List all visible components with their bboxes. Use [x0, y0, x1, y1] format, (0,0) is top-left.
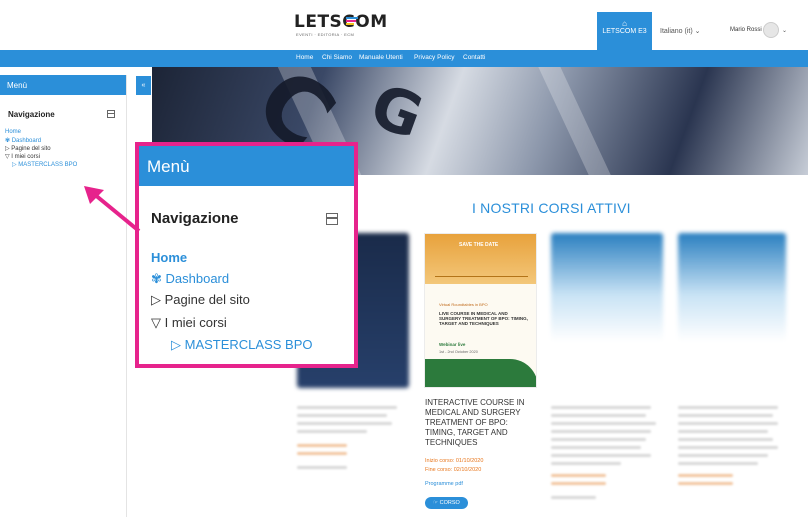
poster-dates: 1st - 2nd October 2020	[439, 350, 478, 354]
double-chevron-icon: «	[141, 82, 146, 89]
drawer-item-masterclass-label: MASTERCLASS BPO	[18, 162, 78, 168]
poster-webinar: Webinar live	[439, 342, 466, 347]
callout-navigation-heading: Navigazione	[151, 210, 239, 227]
top-header: LETSCOM EVENTI · EDITORIA · ECM ⌂ LETSCO…	[0, 0, 808, 50]
poster-save-the-date: SAVE THE DATE	[459, 242, 499, 248]
letscom-e3-button[interactable]: ⌂ LETSCOM E3	[597, 12, 652, 50]
main-nav: Home Chi Siamo Manuale Utenti Privacy Po…	[0, 50, 808, 67]
poster-footer	[425, 359, 536, 387]
callout-item-miei-corsi-label: I miei corsi	[164, 315, 227, 330]
course-start-date: Inizio corso: 01/10/2020	[425, 458, 484, 464]
expand-arrow-icon: ▷	[171, 337, 185, 352]
callout-item-dashboard-label: Dashboard	[165, 271, 230, 286]
course-title[interactable]: INTERACTIVE COURSE IN MEDICAL AND SURGER…	[425, 398, 537, 448]
section-title: I NOSTRI CORSI ATTIVI	[472, 200, 631, 216]
callout-item-masterclass[interactable]: ▷ MASTERCLASS BPO	[171, 337, 312, 353]
course-card-image[interactable]	[678, 233, 786, 388]
skyline-illustration	[435, 259, 528, 277]
drawer-title: Menù	[0, 75, 126, 95]
dock-block-icon[interactable]	[107, 110, 115, 118]
drawer-item-miei-corsi-label: I miei corsi	[11, 154, 40, 160]
side-drawer: Menù Navigazione Home ✾ Dashboard ▷ Pagi…	[0, 75, 127, 517]
drawer-item-pagine[interactable]: ▷ Pagine del sito	[5, 145, 51, 152]
callout-item-home[interactable]: Home	[151, 250, 187, 265]
dashboard-icon: ✾	[151, 271, 166, 286]
programme-pdf-link[interactable]: Programme pdf	[425, 481, 463, 487]
drawer-item-masterclass[interactable]: ▷ MASTERCLASS BPO	[12, 161, 77, 168]
drawer-toggle-button[interactable]: «	[136, 76, 151, 95]
course-end-date: Fine corso: 02/10/2020	[425, 467, 482, 473]
nav-chi-siamo[interactable]: Chi Siamo	[322, 54, 352, 61]
user-name[interactable]: Mario Rossi	[730, 27, 762, 33]
dashboard-icon: ✾	[5, 138, 12, 144]
poster-kicker: Virtual Roundtables in BPO	[439, 302, 488, 307]
drawer-item-miei-corsi[interactable]: ▽ I miei corsi	[5, 153, 40, 160]
avatar[interactable]	[763, 22, 779, 38]
callout-item-pagine[interactable]: ▷ Pagine del sito	[151, 292, 250, 308]
callout-item-pagine-label: Pagine del sito	[164, 292, 250, 307]
site-logo[interactable]: LETSCOM	[294, 12, 388, 32]
expand-arrow-icon: ▷	[151, 292, 165, 307]
course-button[interactable]: ☞ CORSO	[425, 497, 468, 509]
drawer-item-home[interactable]: Home	[5, 129, 21, 135]
collapse-arrow-icon: ▽	[151, 315, 165, 330]
navigation-heading: Navigazione	[8, 110, 55, 119]
nav-manuale-utenti[interactable]: Manuale Utenti	[359, 54, 403, 61]
dock-block-icon[interactable]	[326, 213, 338, 225]
user-menu-chevron-icon[interactable]: ⌄	[782, 27, 787, 34]
nav-contatti[interactable]: Contatti	[463, 54, 485, 61]
logo-mark-icon	[346, 17, 358, 27]
course-card-poster[interactable]: SAVE THE DATE Virtual Roundtables in BPO…	[424, 233, 537, 388]
callout-drawer-title: Menù	[139, 146, 354, 186]
letscom-e3-label: LETSCOM E3	[602, 28, 647, 35]
annotation-arrow-icon	[84, 186, 141, 233]
poster-header: SAVE THE DATE	[425, 234, 536, 284]
callout-item-masterclass-label: MASTERCLASS BPO	[184, 337, 313, 352]
nav-home[interactable]: Home	[296, 54, 313, 61]
drawer-item-dashboard-label: Dashboard	[11, 138, 42, 144]
logo-tagline: EVENTI · EDITORIA · ECM	[296, 32, 355, 37]
language-selector[interactable]: Italiano (it) ⌄	[660, 27, 701, 35]
poster-title: LIVE COURSE IN MEDICAL AND SURGERY TREAT…	[439, 311, 528, 326]
course-button-label: CORSO	[439, 500, 460, 506]
nav-privacy-policy[interactable]: Privacy Policy	[414, 54, 454, 61]
drawer-item-pagine-label: Pagine del sito	[11, 146, 51, 152]
callout-item-miei-corsi[interactable]: ▽ I miei corsi	[151, 315, 227, 331]
callout-item-dashboard[interactable]: ✾ Dashboard	[151, 271, 229, 287]
course-card-image[interactable]	[551, 233, 663, 388]
home-icon: ⌂	[622, 19, 627, 28]
drawer-item-dashboard[interactable]: ✾ Dashboard	[5, 137, 41, 144]
zoomed-menu-callout: Menù Navigazione Home ✾ Dashboard ▷ Pagi…	[135, 142, 358, 368]
